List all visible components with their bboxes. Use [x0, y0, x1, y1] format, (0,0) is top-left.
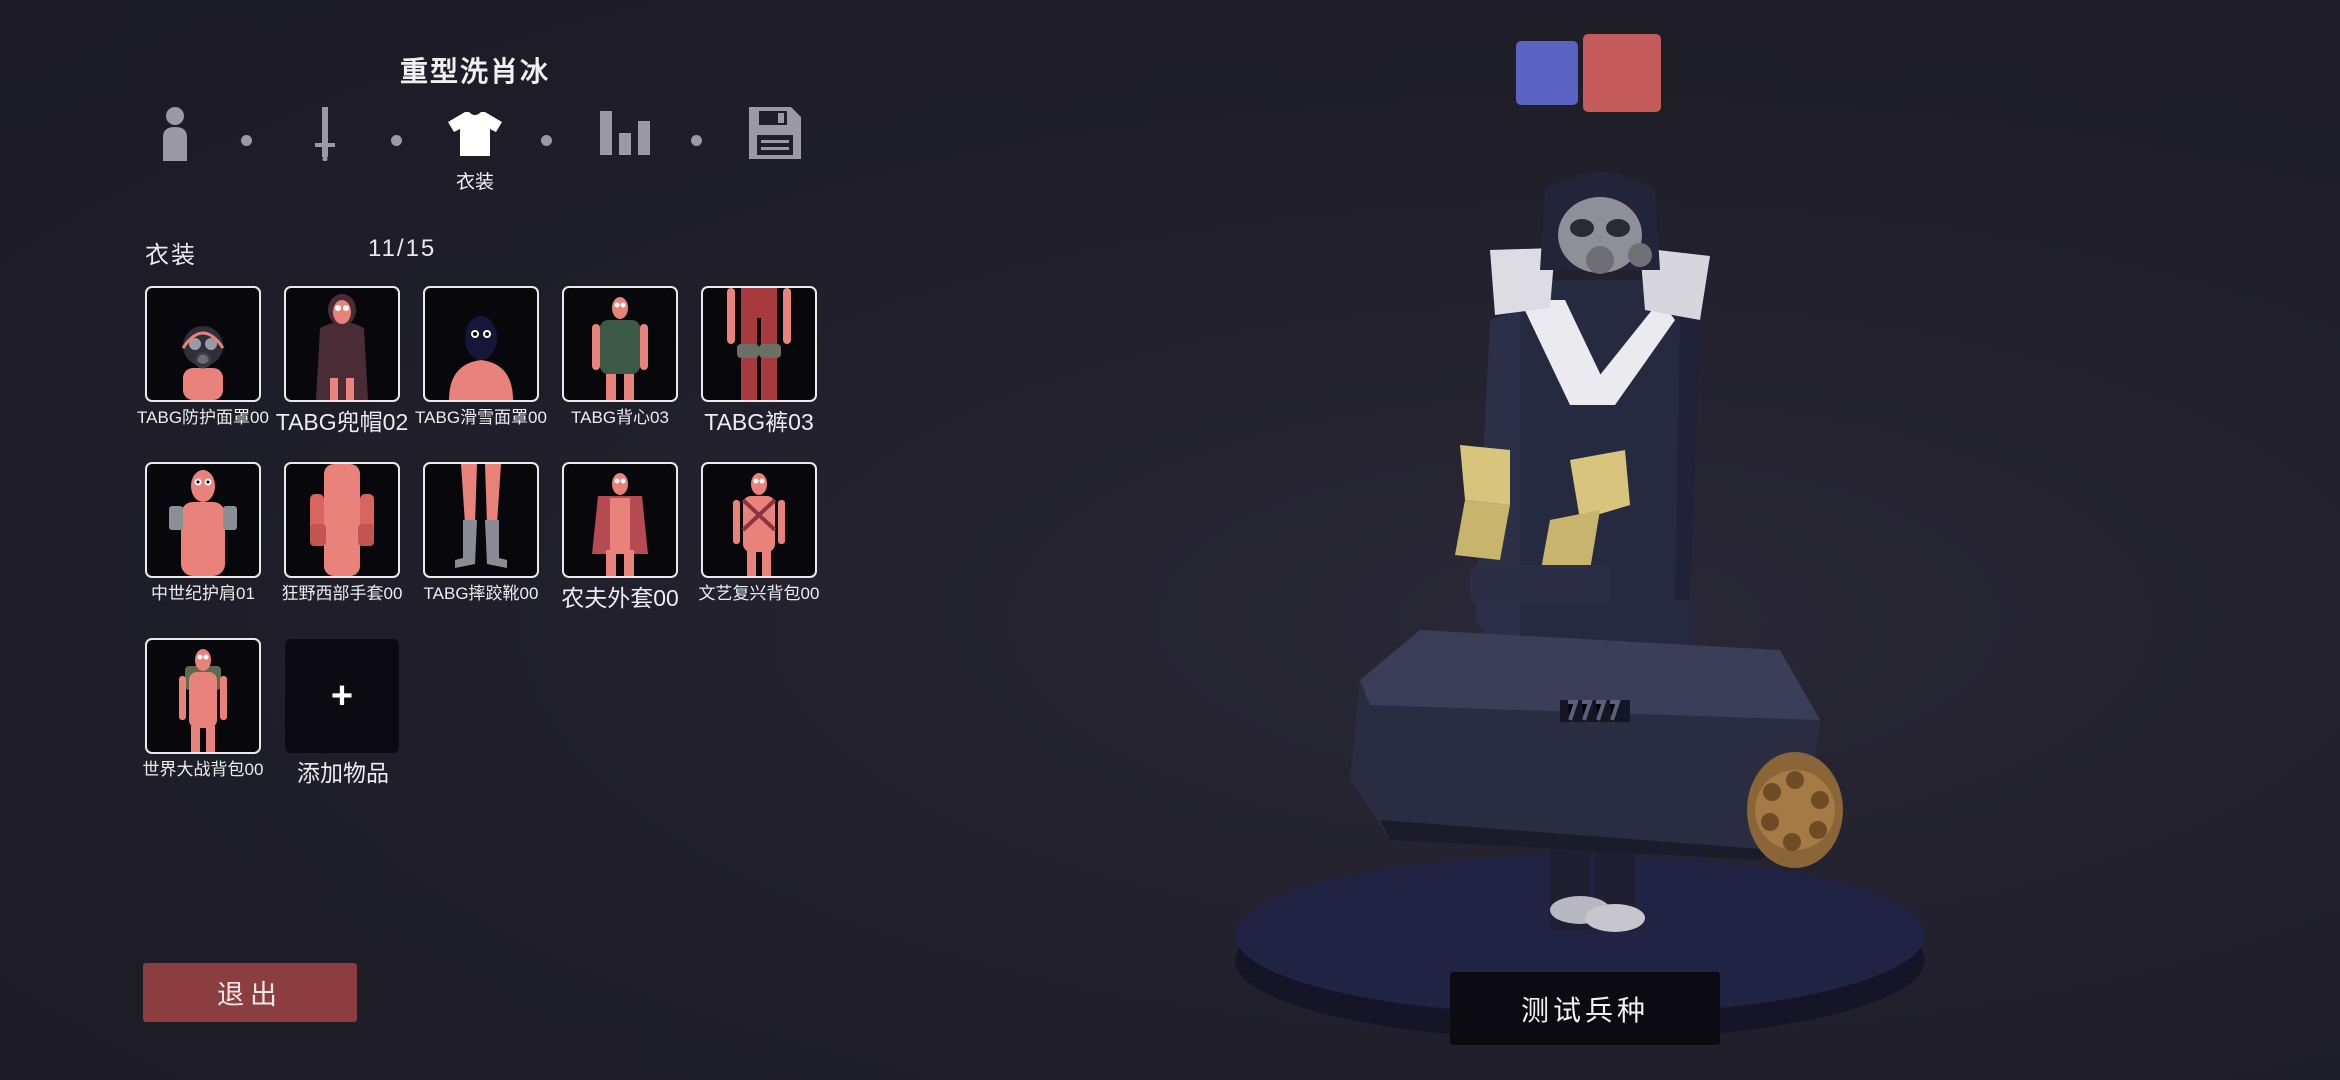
- clothing-item[interactable]: 文艺复兴背包00: [699, 462, 819, 604]
- clothing-item[interactable]: TABG滑雪面罩00: [415, 286, 547, 428]
- item-thumbnail: [701, 286, 817, 402]
- step-save[interactable]: [740, 105, 810, 195]
- test-unit-button[interactable]: 测试兵种: [1450, 972, 1720, 1045]
- item-thumbnail: [423, 286, 539, 402]
- clothing-item[interactable]: TABG摔跤靴00: [423, 462, 539, 604]
- step-stats[interactable]: [590, 105, 660, 195]
- item-thumbnail: [701, 462, 817, 578]
- unit-editor-screen: 重型洗肖冰 衣装 衣装 11/15 TABG防护面罩00 TABG兜帽02 TA…: [0, 0, 2340, 1080]
- save-icon: [747, 105, 803, 161]
- shirt-icon: [447, 105, 503, 161]
- step-clothing[interactable]: 衣装: [440, 105, 510, 195]
- item-thumbnail: [145, 638, 261, 754]
- step-clothing-label: 衣装: [455, 172, 494, 193]
- step-separator: [691, 135, 702, 146]
- clothing-item[interactable]: 农夫外套00: [561, 462, 679, 612]
- item-thumbnail: [562, 462, 678, 578]
- exit-button[interactable]: 退出: [143, 963, 357, 1022]
- add-item-label: 添加物品: [297, 760, 389, 786]
- clothing-item[interactable]: TABG兜帽02: [276, 286, 408, 436]
- stats-icon: [597, 105, 653, 161]
- person-icon: [147, 105, 203, 161]
- add-item-button[interactable]: + 添加物品: [285, 639, 401, 787]
- clothing-item[interactable]: TABG背心03: [562, 286, 678, 428]
- item-thumbnail: [284, 462, 400, 578]
- clothing-item[interactable]: 狂野西部手套00: [282, 462, 402, 604]
- team-blue-swatch[interactable]: [1516, 41, 1578, 105]
- unit-preview: [1235, 172, 1925, 1040]
- clothing-item[interactable]: TABG防护面罩00: [137, 286, 269, 428]
- step-separator: [391, 135, 402, 146]
- step-weapon[interactable]: [290, 105, 360, 195]
- item-thumbnail: [423, 462, 539, 578]
- team-red-swatch[interactable]: [1583, 34, 1661, 112]
- editor-steps: 衣装: [140, 105, 820, 200]
- item-thumbnail: [562, 286, 678, 402]
- step-separator: [241, 135, 252, 146]
- item-count: 11/15: [368, 235, 437, 262]
- step-body[interactable]: [140, 105, 210, 195]
- step-separator: [541, 135, 552, 146]
- clothing-item[interactable]: 世界大战背包00: [143, 638, 263, 780]
- item-thumbnail: [145, 462, 261, 578]
- section-label: 衣装: [145, 242, 197, 269]
- clothing-item[interactable]: TABG裤03: [701, 286, 817, 436]
- plus-icon: +: [285, 639, 399, 753]
- sword-icon: [297, 105, 353, 161]
- clothing-item[interactable]: 中世纪护肩01: [145, 462, 261, 604]
- unit-name-title: 重型洗肖冰: [399, 56, 550, 87]
- item-thumbnail: [145, 286, 261, 402]
- item-thumbnail: [284, 286, 400, 402]
